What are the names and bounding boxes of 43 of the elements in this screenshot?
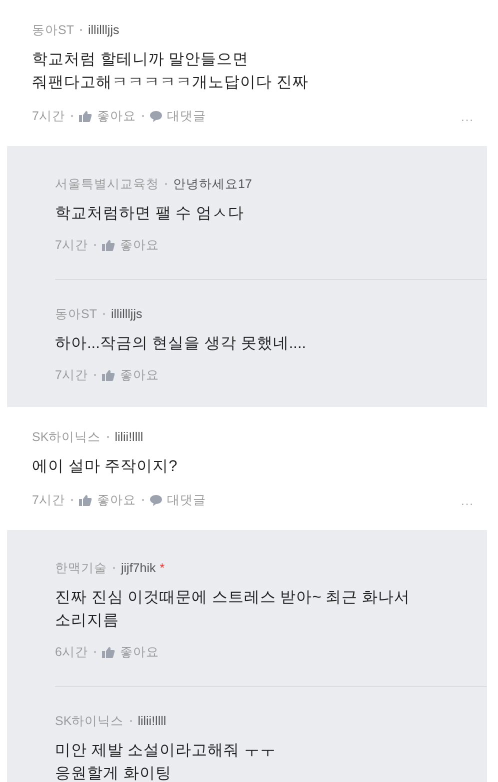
timestamp: 7시간 bbox=[32, 492, 65, 508]
timestamp: 7시간 bbox=[32, 108, 65, 124]
like-button[interactable]: 좋아요 bbox=[78, 492, 136, 508]
comment-text: 하아...작금의 현실을 생각 못했네.... bbox=[55, 334, 308, 354]
author-company: SK하이닉스 bbox=[32, 429, 101, 445]
author-company: 동아ST bbox=[55, 306, 97, 322]
new-marker: * bbox=[160, 560, 165, 576]
comment-text: 줘팬다고해ㅋㅋㅋㅋㅋ개노답이다 진짜 bbox=[32, 73, 310, 93]
comment-text: 학교처럼 할테니까 말안들으면 bbox=[32, 50, 250, 70]
reply-button[interactable]: 대댓글 bbox=[150, 108, 206, 124]
timestamp: 6시간 bbox=[55, 644, 88, 660]
thumbs-up-icon bbox=[102, 646, 115, 658]
author-name: 안녕하세요17 bbox=[173, 176, 252, 192]
comment-text: 학교처럼하면 팰 수 엄ㅅ다 bbox=[55, 204, 245, 224]
timestamp: 7시간 bbox=[55, 237, 88, 253]
author-company: 서울특별시교육청 bbox=[55, 176, 159, 192]
author-name: lilii!llll bbox=[114, 429, 144, 445]
author-name: jijf7hik bbox=[121, 560, 156, 576]
comment-text: 미안 제발 소설이라고해줘 ㅜㅜ bbox=[55, 741, 277, 761]
timestamp: 7시간 bbox=[55, 367, 88, 383]
author-name: illillljjs bbox=[110, 306, 142, 322]
comment-text: 소리지름 bbox=[55, 611, 120, 631]
author-name: lilii!llll bbox=[138, 713, 166, 729]
like-button[interactable]: 좋아요 bbox=[102, 367, 159, 383]
like-button[interactable]: 좋아요 bbox=[102, 237, 159, 253]
like-button[interactable]: 좋아요 bbox=[102, 644, 159, 660]
speech-bubble-icon bbox=[150, 110, 162, 122]
more-button[interactable]: ... bbox=[460, 108, 474, 126]
comment-text: 에이 설마 주작이지? bbox=[32, 457, 178, 477]
author-company: SK하이닉스 bbox=[55, 713, 124, 729]
comment-text: 진짜 진심 이것때문에 스트레스 받아~ 최근 화나서 bbox=[55, 588, 411, 608]
more-button[interactable]: ... bbox=[460, 492, 474, 510]
speech-bubble-icon bbox=[150, 494, 162, 506]
author-company: 동아ST bbox=[32, 22, 74, 38]
author-company: 한맥기술 bbox=[55, 560, 107, 576]
thumbs-up-icon bbox=[102, 240, 115, 250]
comment-text: 응원할게 화이팅 bbox=[55, 764, 172, 782]
like-button[interactable]: 좋아요 bbox=[78, 108, 136, 124]
thumbs-up-icon bbox=[78, 110, 92, 122]
thumbs-up-icon bbox=[102, 370, 115, 380]
author-name: illillljjs bbox=[88, 22, 120, 38]
reply-button[interactable]: 대댓글 bbox=[150, 492, 206, 508]
thumbs-up-icon bbox=[78, 494, 92, 506]
